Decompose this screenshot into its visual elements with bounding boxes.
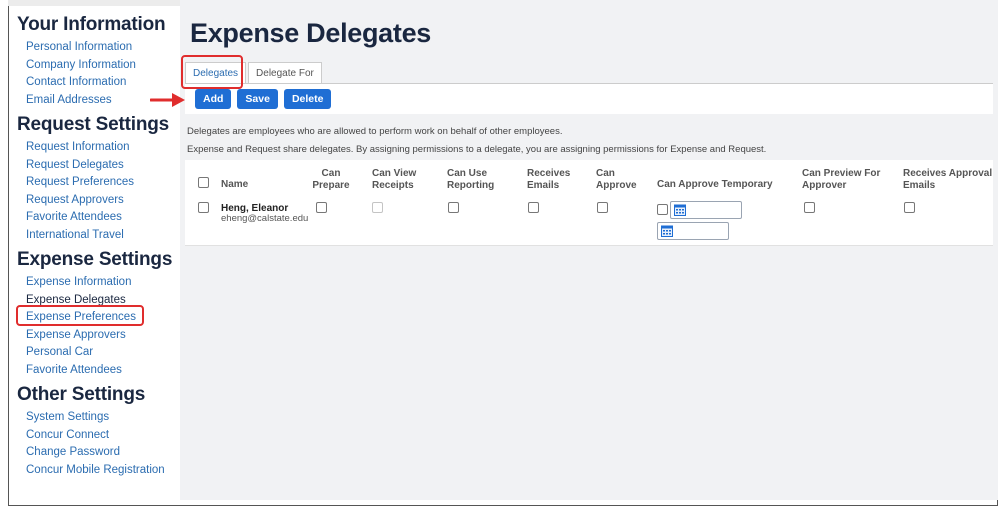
action-toolbar: Add Save Delete bbox=[185, 84, 993, 114]
header-receives-emails: Receives Emails bbox=[527, 168, 570, 192]
temporary-start-date-input[interactable] bbox=[670, 201, 742, 219]
can-approve-temporary-checkbox[interactable] bbox=[657, 204, 668, 215]
receives-emails-checkbox[interactable] bbox=[528, 202, 539, 213]
sidebar-item-request-approvers[interactable]: Request Approvers bbox=[17, 192, 177, 210]
sidebar-item-request-information[interactable]: Request Information bbox=[17, 139, 177, 157]
other-settings-section: Other Settings System Settings Concur Co… bbox=[17, 384, 177, 479]
header-can-approve-line-2: Approve bbox=[596, 180, 637, 191]
calendar-icon[interactable] bbox=[674, 204, 686, 216]
sidebar-item-change-password[interactable]: Change Password bbox=[17, 444, 177, 462]
sidebar-item-international-travel[interactable]: International Travel bbox=[17, 227, 177, 245]
page-title: Expense Delegates bbox=[190, 18, 432, 48]
sidebar-item-expense-approvers[interactable]: Expense Approvers bbox=[17, 327, 177, 345]
header-can-view-receipts: Can View Receipts bbox=[372, 168, 416, 192]
temporary-end-date-input[interactable] bbox=[657, 222, 729, 240]
sidebar-item-system-settings[interactable]: System Settings bbox=[17, 409, 177, 427]
header-can-use-reporting: Can Use Reporting bbox=[447, 168, 494, 192]
sidebar-item-request-preferences[interactable]: Request Preferences bbox=[17, 174, 177, 192]
header-name: Name bbox=[221, 179, 249, 190]
sidebar-item-contact-information[interactable]: Contact Information bbox=[17, 74, 177, 92]
can-use-reporting-checkbox[interactable] bbox=[448, 202, 459, 213]
header-can-approve: Can Approve bbox=[596, 168, 637, 192]
sidebar-item-expense-favorite-attendees[interactable]: Favorite Attendees bbox=[17, 362, 177, 380]
sidebar-item-expense-information[interactable]: Expense Information bbox=[17, 274, 177, 292]
request-settings-section: Request Settings Request Information Req… bbox=[17, 114, 177, 244]
can-preview-for-approver-checkbox[interactable] bbox=[804, 202, 815, 213]
header-can-preview-line-2: Approver bbox=[802, 180, 847, 191]
save-button[interactable]: Save bbox=[237, 89, 278, 109]
header-receives-emails-line-2: Emails bbox=[527, 180, 560, 191]
header-can-use-reporting-line-1: Can Use bbox=[447, 168, 488, 179]
delegates-table: Name Can Prepare Can View Receipts Can U… bbox=[185, 160, 993, 246]
delete-button[interactable]: Delete bbox=[283, 89, 332, 109]
arrow-right-icon bbox=[150, 93, 185, 107]
header-can-preview-for-approver: Can Preview For Approver bbox=[802, 168, 880, 192]
header-can-prepare-line-1: Can bbox=[321, 168, 341, 179]
settings-sidebar: Your Information Personal Information Co… bbox=[17, 14, 177, 484]
header-can-approve-temporary: Can Approve Temporary bbox=[657, 179, 773, 190]
header-receives-approval-emails-line-1: Receives Approval bbox=[903, 168, 993, 179]
header-can-approve-line-1: Can bbox=[596, 168, 615, 179]
header-receives-approval-emails-line-2: Emails bbox=[903, 180, 936, 191]
section-title: Your Information bbox=[17, 14, 166, 35]
sidebar-item-company-information[interactable]: Company Information bbox=[17, 57, 177, 75]
expense-delegates-highlight bbox=[16, 305, 144, 326]
sidebar-item-personal-car[interactable]: Personal Car bbox=[17, 344, 177, 362]
sidebar-item-request-delegates[interactable]: Request Delegates bbox=[17, 157, 177, 175]
section-title: Expense Settings bbox=[17, 249, 173, 270]
header-can-prepare-line-2: Prepare bbox=[312, 180, 350, 191]
shared-delegates-note: Expense and Request share delegates. By … bbox=[187, 144, 767, 155]
header-receives-approval-emails: Receives Approval Emails bbox=[903, 168, 992, 192]
main-content: Expense Delegates Delegates Delegate For… bbox=[180, 0, 998, 500]
select-all-checkbox[interactable] bbox=[198, 177, 209, 188]
can-view-receipts-checkbox bbox=[372, 202, 383, 213]
header-can-view-receipts-line-1: Can View bbox=[372, 168, 417, 179]
delegates-description: Delegates are employees who are allowed … bbox=[187, 126, 563, 137]
header-can-prepare: Can Prepare bbox=[311, 168, 351, 192]
delegate-email: eheng@calstate.edu bbox=[221, 213, 309, 224]
sidebar-item-personal-information[interactable]: Personal Information bbox=[17, 39, 177, 57]
header-can-use-reporting-line-2: Reporting bbox=[447, 180, 495, 191]
section-title: Other Settings bbox=[17, 384, 146, 405]
header-receives-emails-line-1: Receives bbox=[527, 168, 571, 179]
row-select-checkbox[interactable] bbox=[198, 202, 209, 213]
header-can-preview-line-1: Can Preview For bbox=[802, 168, 881, 179]
sidebar-item-request-favorite-attendees[interactable]: Favorite Attendees bbox=[17, 209, 177, 227]
delegates-tab-highlight bbox=[181, 55, 243, 89]
tab-delegate-for[interactable]: Delegate For bbox=[248, 62, 322, 83]
section-title: Request Settings bbox=[17, 114, 169, 135]
calendar-icon[interactable] bbox=[661, 225, 673, 237]
sidebar-item-concur-connect[interactable]: Concur Connect bbox=[17, 427, 177, 445]
receives-approval-emails-checkbox[interactable] bbox=[904, 202, 915, 213]
can-approve-checkbox[interactable] bbox=[597, 202, 608, 213]
add-button[interactable]: Add bbox=[195, 89, 232, 109]
header-can-view-receipts-line-2: Receipts bbox=[372, 180, 414, 191]
sidebar-item-concur-mobile-registration[interactable]: Concur Mobile Registration bbox=[17, 462, 177, 480]
can-prepare-checkbox[interactable] bbox=[316, 202, 327, 213]
